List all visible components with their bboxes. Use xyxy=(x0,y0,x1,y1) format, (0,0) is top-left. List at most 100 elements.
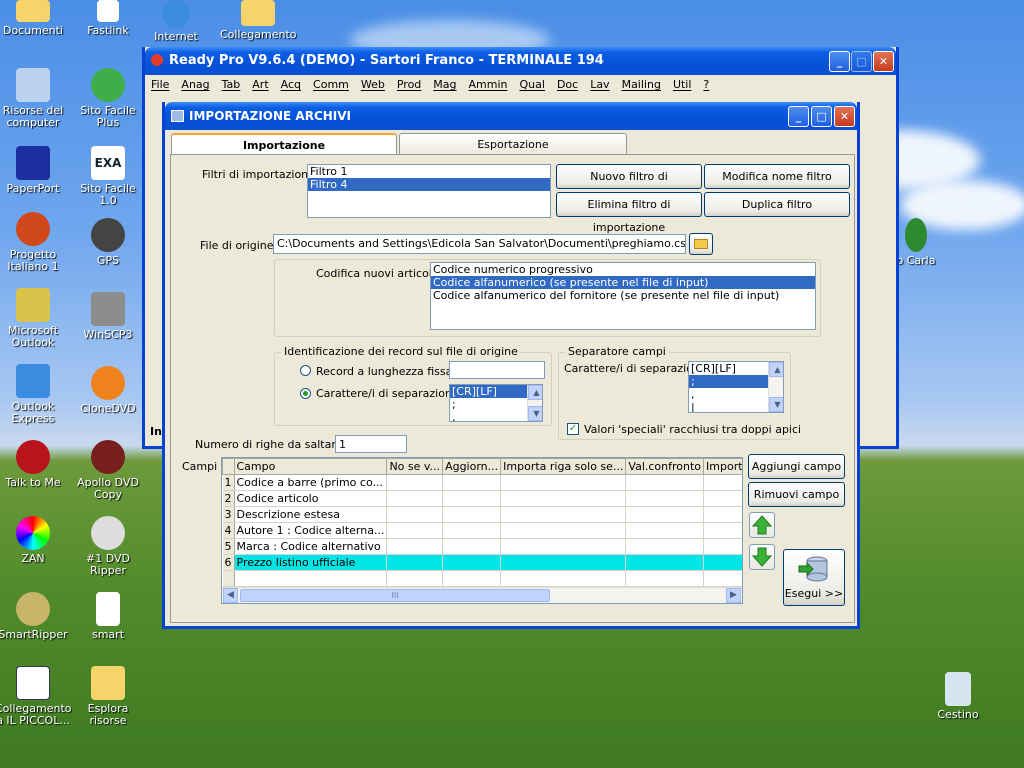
grid-cell[interactable] xyxy=(386,506,444,523)
scroll-right-icon[interactable]: ▶ xyxy=(726,588,741,603)
delete-filter-button[interactable]: Elimina filtro di importazione xyxy=(556,192,702,234)
menu-item-tab[interactable]: Tab xyxy=(216,75,247,91)
field-separator-list[interactable]: [CR][LF] ; , | ▲ ▼ xyxy=(688,361,784,413)
execute-button[interactable]: Esegui >> xyxy=(783,549,845,606)
field-sep-scrollbar[interactable]: ▲ ▼ xyxy=(768,362,783,412)
grid-cell[interactable] xyxy=(625,570,705,587)
grid-cell[interactable] xyxy=(234,570,388,587)
desktop-icon-dvd-ripper[interactable]: #1 DVD Ripper xyxy=(70,516,146,577)
new-filter-button[interactable]: Nuovo filtro di importazione xyxy=(556,164,702,206)
field-sep-item-selected[interactable]: ; xyxy=(689,375,769,388)
remove-field-button[interactable]: Rimuovi campo xyxy=(748,482,845,507)
grid-col-header[interactable]: Campo xyxy=(233,458,388,475)
record-separator-list[interactable]: [CR][LF] ; , ▲ ▼ xyxy=(449,384,543,422)
scroll-up-icon[interactable]: ▲ xyxy=(769,362,783,377)
minimize-button[interactable]: _ xyxy=(829,51,850,72)
scroll-up-icon[interactable]: ▲ xyxy=(528,385,542,400)
field-name-cell[interactable]: Codice a barre (primo co... xyxy=(234,474,388,491)
menu-item-mailing[interactable]: Mailing xyxy=(616,75,667,91)
menu-item-util[interactable]: Util xyxy=(667,75,697,91)
desktop-icon-sito-facile-plus[interactable]: Sito Facile Plus xyxy=(70,68,146,129)
filter-item[interactable]: Filtro 1 xyxy=(308,165,550,178)
field-name-cell[interactable]: Prezzo listino ufficiale xyxy=(234,554,388,571)
grid-cell[interactable] xyxy=(500,554,627,571)
record-sep-scrollbar[interactable]: ▲ ▼ xyxy=(527,385,542,421)
grid-cell[interactable] xyxy=(703,522,742,539)
grid-cell[interactable] xyxy=(703,570,742,587)
filter-item-selected[interactable]: Filtro 4 xyxy=(308,178,550,191)
grid-col-header[interactable]: Importa ca xyxy=(703,458,742,475)
tab-importazione[interactable]: Importazione xyxy=(171,133,397,155)
scroll-down-icon[interactable]: ▼ xyxy=(769,397,783,412)
grid-cell[interactable] xyxy=(500,538,627,555)
desktop-icon-cestino[interactable]: Cestino xyxy=(920,672,996,721)
scroll-thumb[interactable]: III xyxy=(240,589,550,602)
field-name-cell[interactable]: Marca : Codice alternativo xyxy=(234,538,388,555)
menu-item-ammin[interactable]: Ammin xyxy=(463,75,514,91)
duplicate-filter-button[interactable]: Duplica filtro xyxy=(704,192,850,217)
grid-col-header[interactable]: Aggiorn... xyxy=(442,458,502,475)
menu-item-art[interactable]: Art xyxy=(246,75,274,91)
radio-separator[interactable] xyxy=(300,388,311,399)
grid-cell[interactable] xyxy=(500,490,627,507)
coding-list[interactable]: Codice numerico progressivo Codice alfan… xyxy=(430,262,816,330)
grid-col-header[interactable]: No se v... xyxy=(386,458,444,475)
grid-cell[interactable] xyxy=(703,554,742,571)
grid-cell[interactable] xyxy=(442,506,502,523)
grid-cell[interactable] xyxy=(703,474,742,491)
filters-list[interactable]: Filtro 1 Filtro 4 xyxy=(307,164,551,218)
grid-cell[interactable] xyxy=(442,474,502,491)
desktop-icon-gps[interactable]: GPS xyxy=(70,218,146,267)
table-row-empty[interactable] xyxy=(222,570,742,587)
menu-item-lav[interactable]: Lav xyxy=(584,75,615,91)
field-name-cell[interactable]: Descrizione estesa xyxy=(234,506,388,523)
field-name-cell[interactable]: Autore 1 : Codice alterna... xyxy=(234,522,388,539)
table-row[interactable]: 4 Autore 1 : Codice alterna... xyxy=(222,522,742,539)
grid-cell[interactable] xyxy=(703,490,742,507)
tab-esportazione[interactable]: Esportazione xyxy=(399,133,627,155)
grid-cell[interactable] xyxy=(386,554,444,571)
grid-cell[interactable] xyxy=(222,570,235,587)
maximize-button[interactable]: □ xyxy=(851,51,872,72)
grid-cell[interactable] xyxy=(386,490,444,507)
menu-item-anag[interactable]: Anag xyxy=(175,75,215,91)
grid-col-header[interactable]: Importa riga solo se... xyxy=(500,458,627,475)
coding-option-selected[interactable]: Codice alfanumerico (se presente nel fil… xyxy=(431,276,815,289)
menu-item-help[interactable]: ? xyxy=(697,75,715,91)
desktop-icon-internet[interactable]: Internet xyxy=(138,0,214,43)
grid-cell[interactable] xyxy=(625,474,705,491)
grid-hscrollbar[interactable]: ◀ III ▶ xyxy=(222,587,742,603)
table-row[interactable]: 5 Marca : Codice alternativo xyxy=(222,538,742,555)
desktop-icon-sito-facile-1[interactable]: EXA Sito Facile 1.0 xyxy=(70,146,146,207)
table-row[interactable]: 3 Descrizione estesa xyxy=(222,506,742,523)
record-sep-item-selected[interactable]: [CR][LF] xyxy=(450,385,528,398)
dialog-minimize-button[interactable]: _ xyxy=(788,106,809,127)
field-name-cell[interactable]: Codice articolo xyxy=(234,490,388,507)
desktop-icon-il-piccolo[interactable]: Collegamento a IL PICCOL... xyxy=(0,666,72,727)
desktop-icon-documenti[interactable]: Documenti xyxy=(0,0,71,37)
grid-cell[interactable] xyxy=(500,570,627,587)
menu-item-prod[interactable]: Prod xyxy=(391,75,427,91)
source-file-field[interactable]: C:\Documents and Settings\Edicola San Sa… xyxy=(273,234,686,254)
desktop-icon-outlook[interactable]: Microsoft Outlook xyxy=(0,288,71,349)
coding-option[interactable]: Codice alfanumerico del fornitore (se pr… xyxy=(431,289,815,302)
add-field-button[interactable]: Aggiungi campo xyxy=(748,454,845,479)
dialog-close-button[interactable]: ✕ xyxy=(834,106,855,127)
desktop-icon-paperport[interactable]: PaperPort xyxy=(0,146,71,195)
grid-cell[interactable] xyxy=(500,506,627,523)
grid-cell[interactable] xyxy=(442,522,502,539)
menu-item-acq[interactable]: Acq xyxy=(275,75,307,91)
move-up-button[interactable] xyxy=(749,512,775,538)
table-row[interactable]: 6 Prezzo listino ufficiale xyxy=(222,554,742,571)
desktop-icon-zan[interactable]: ZAN xyxy=(0,516,71,565)
menu-item-qual[interactable]: Qual xyxy=(514,75,551,91)
menu-item-mag[interactable]: Mag xyxy=(427,75,462,91)
fixed-length-field[interactable] xyxy=(449,361,545,379)
desktop-icon-risorse-computer[interactable]: Risorse del computer xyxy=(0,68,71,129)
grid-cell[interactable] xyxy=(386,522,444,539)
desktop-icon-smart[interactable]: smart xyxy=(70,592,146,641)
radio-fixed-length[interactable] xyxy=(300,365,311,376)
table-row[interactable]: 1 Codice a barre (primo co... xyxy=(222,474,742,491)
skip-rows-field[interactable]: 1 xyxy=(335,435,407,453)
scroll-down-icon[interactable]: ▼ xyxy=(528,406,542,421)
